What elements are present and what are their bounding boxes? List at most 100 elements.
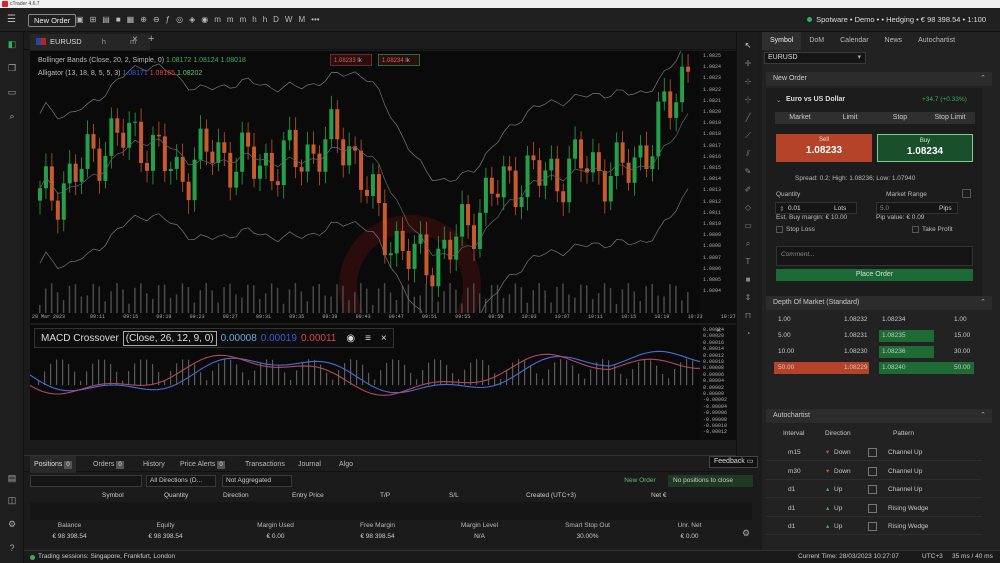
- timeframe-m15[interactable]: m: [240, 8, 247, 32]
- autochartist-row[interactable]: d1 ▴ Up Channel Up: [766, 481, 982, 498]
- cursor-icon[interactable]: ↖: [742, 40, 754, 52]
- rectangle-icon[interactable]: ■: [742, 274, 754, 286]
- ray-icon[interactable]: ⟋: [742, 130, 754, 142]
- column-header[interactable]: Created (UTC+3): [526, 492, 576, 499]
- order-type-stop-limit[interactable]: Stop Limit: [925, 112, 975, 124]
- tab-symbol[interactable]: Symbol: [762, 32, 802, 50]
- alligator-legend[interactable]: Alligator (13, 18, 8, 5, 5, 3) 1.08171 1…: [38, 70, 246, 83]
- zoom-out-icon[interactable]: ⊖: [153, 8, 160, 32]
- new-order-bottom-button[interactable]: New Order: [615, 475, 665, 487]
- autochartist-row[interactable]: m15 ▾ Down Channel Up: [766, 444, 982, 461]
- cash-icon[interactable]: ▭: [6, 86, 18, 98]
- macd-axis[interactable]: 0.00024 0.00020 0.00016 0.00014 0.00012 0.000…: [700, 325, 736, 440]
- market-range-input[interactable]: 5.0 Pips: [876, 202, 958, 214]
- single-chart-icon[interactable]: ■: [116, 8, 121, 32]
- eye-icon[interactable]: ◉: [201, 8, 208, 32]
- vertical-line-icon[interactable]: ⊹: [742, 94, 754, 106]
- sell-button[interactable]: Sell 1.08233: [776, 134, 872, 162]
- take-profit-checkbox[interactable]: [912, 226, 919, 233]
- dom-row[interactable]: 1.00 1.08232 1.08234 1.00: [774, 314, 974, 326]
- timeframe-w1[interactable]: W: [285, 8, 293, 32]
- timeframe-m5[interactable]: m: [227, 8, 234, 32]
- new-order-section-head[interactable]: New Order ⌃: [766, 72, 992, 86]
- autochartist-row[interactable]: d1 ▴ Up Rising Wedge: [766, 500, 982, 517]
- comment-input[interactable]: Comment...: [776, 246, 973, 266]
- layout-icon[interactable]: ▤: [102, 8, 110, 32]
- tab-orders[interactable]: Orders 0: [93, 456, 124, 473]
- menu-icon[interactable]: ☰: [7, 14, 16, 25]
- copy-trading-icon[interactable]: ◫: [6, 494, 18, 506]
- channel-icon[interactable]: ⫽: [742, 148, 754, 160]
- order-type-stop[interactable]: Stop: [875, 112, 925, 124]
- multi-chart-icon[interactable]: ▦: [127, 8, 135, 32]
- chart-icon[interactable]: ▣: [76, 8, 84, 32]
- info-icon[interactable]: [962, 189, 971, 198]
- column-header[interactable]: Quantity: [164, 492, 188, 499]
- column-header[interactable]: S/L: [449, 492, 459, 499]
- tab-history[interactable]: History: [143, 456, 165, 473]
- timeframe-d1[interactable]: D: [273, 8, 279, 32]
- chart-sell-price[interactable]: 1.08233 lk: [330, 54, 372, 66]
- autochartist-section-head[interactable]: Autochartist ⌃: [766, 409, 992, 423]
- close-positions-button[interactable]: No positions to close: [668, 475, 753, 487]
- tab-calendar[interactable]: Calendar: [832, 32, 876, 50]
- symbol-select[interactable]: EURUSD ▾: [764, 52, 866, 64]
- tab-price-alerts[interactable]: Price Alerts 0: [180, 456, 225, 473]
- price-axis[interactable]: 1.0825 1.0824 1.0823 1.0822 1.0821 1.0820 1.08…: [700, 51, 736, 323]
- bollinger-legend[interactable]: Bollinger Bands (Close, 20, 2, Simple, 0…: [38, 57, 246, 70]
- autochartist-row[interactable]: m30 ▾ Down Channel Up: [766, 463, 982, 480]
- buy-button[interactable]: Buy 1.08234: [877, 134, 973, 162]
- dom-row[interactable]: 10.00 1.08230 1.08236 30.00: [774, 346, 974, 358]
- tab-algo[interactable]: Algo: [339, 456, 353, 473]
- tab-news[interactable]: News: [877, 32, 911, 50]
- settings-icon[interactable]: ⚙: [6, 518, 18, 530]
- direction-filter[interactable]: All Directions (D...: [146, 475, 216, 487]
- tab-journal[interactable]: Journal: [298, 456, 321, 473]
- brush-icon[interactable]: ✐: [742, 184, 754, 196]
- add-tab-icon[interactable]: +: [148, 33, 154, 45]
- chart-buy-price[interactable]: 1.08234 lk: [378, 54, 420, 66]
- market-icon[interactable]: ▤: [6, 472, 18, 484]
- autochartist-row[interactable]: d1 ▴ Up Rising Wedge: [766, 518, 982, 535]
- comment-icon[interactable]: ▭: [742, 220, 754, 232]
- timeframe-h4[interactable]: h: [263, 8, 267, 32]
- indicator-icon[interactable]: ƒ: [166, 8, 170, 32]
- price-chart[interactable]: [30, 38, 700, 357]
- dom-row[interactable]: 5.00 1.08231 1.08235 15.00: [774, 330, 974, 342]
- zoom-in-icon[interactable]: ⊕: [140, 8, 147, 32]
- summary-settings-icon[interactable]: ⚙: [742, 528, 750, 539]
- visibility-icon[interactable]: ◉: [346, 333, 355, 344]
- search-icon[interactable]: ⌕: [6, 110, 18, 122]
- column-header[interactable]: Symbol: [102, 492, 124, 499]
- quantity-input[interactable]: ⇕ 0.01 Lots: [775, 202, 857, 214]
- quantity-stepper-icon[interactable]: ⇕: [779, 205, 784, 213]
- objects-icon[interactable]: ◎: [176, 8, 183, 32]
- place-order-button[interactable]: Place Order: [776, 269, 973, 281]
- column-header[interactable]: Direction: [223, 492, 249, 499]
- more-icon[interactable]: •••: [311, 8, 319, 32]
- fibonacci-icon[interactable]: ✎: [742, 166, 754, 178]
- column-header[interactable]: T/P: [380, 492, 390, 499]
- macd-params[interactable]: (Close, 26, 12, 9, 0): [122, 330, 217, 346]
- tab-transactions[interactable]: Transactions: [245, 456, 285, 473]
- copy-icon[interactable]: ❐: [6, 62, 18, 74]
- text-icon[interactable]: T: [742, 256, 754, 268]
- dom-section-head[interactable]: Depth Of Market (Standard) ⌃: [766, 296, 992, 310]
- column-header[interactable]: Net €: [651, 492, 667, 499]
- feedback-button[interactable]: Feedback ▭: [709, 456, 759, 468]
- trendline-icon[interactable]: ╱: [742, 112, 754, 124]
- zoom-icon[interactable]: ⌕: [742, 238, 754, 250]
- close-macd-icon[interactable]: ×: [716, 325, 721, 335]
- close-tab-icon[interactable]: ×: [132, 34, 138, 45]
- trade-icon[interactable]: ◧: [6, 38, 18, 50]
- tab-autochartist[interactable]: Autochartist: [910, 32, 963, 50]
- positions-search-input[interactable]: [30, 475, 142, 487]
- timeframe-mn1[interactable]: M: [298, 8, 305, 32]
- layers-icon[interactable]: ◈: [189, 8, 195, 32]
- column-header[interactable]: Entry Price: [292, 492, 324, 499]
- macd-legend[interactable]: MACD Crossover (Close, 26, 12, 9, 0) 0.0…: [34, 328, 394, 348]
- horizontal-line-icon[interactable]: ⊹: [742, 76, 754, 88]
- timeframe-m1[interactable]: m: [214, 8, 221, 32]
- tab-dom[interactable]: DoM: [801, 32, 832, 50]
- timeframe-h1[interactable]: h: [252, 8, 256, 32]
